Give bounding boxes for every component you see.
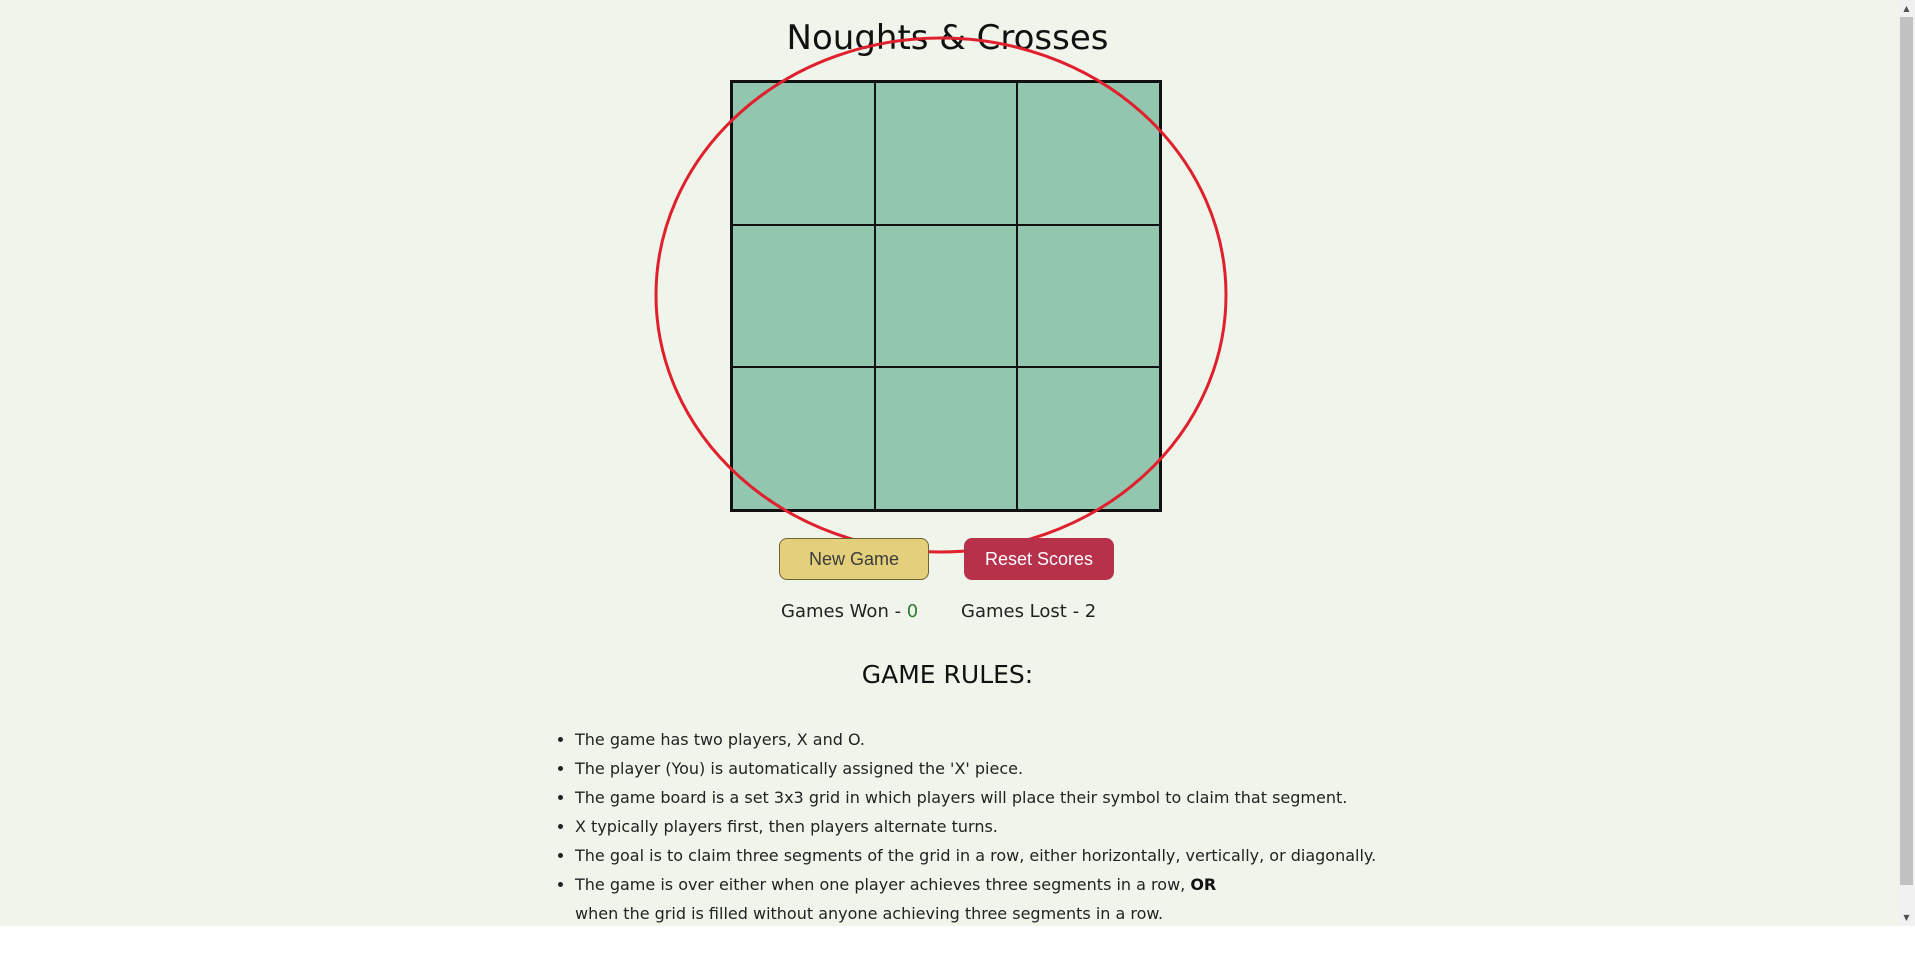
board-cell-4[interactable] <box>732 224 875 368</box>
games-lost-score: Games Lost - 2 <box>961 598 1096 626</box>
board-cell-2[interactable] <box>874 82 1018 225</box>
games-lost-label: Games Lost - <box>961 601 1085 622</box>
rule-item: The game board is a set 3x3 grid in whic… <box>575 783 1435 812</box>
games-won-label: Games Won - <box>781 601 907 622</box>
rule-item: X typically players first, then players … <box>575 812 1435 841</box>
board-cell-6[interactable] <box>1017 224 1160 368</box>
rules-heading: GAME RULES: <box>861 660 1034 689</box>
board-cell-8[interactable] <box>874 367 1018 510</box>
rules-list: The game has two players, X and O. The p… <box>556 725 1435 926</box>
board-cell-3[interactable] <box>1017 82 1160 225</box>
board-cell-5[interactable] <box>874 224 1018 368</box>
vertical-scrollbar[interactable]: ▲ ▼ <box>1898 0 1915 926</box>
board-cell-1[interactable] <box>732 82 875 225</box>
board-cell-7[interactable] <box>732 367 875 510</box>
games-won-score: Games Won - 0 <box>781 598 918 626</box>
new-game-button[interactable]: New Game <box>779 538 929 580</box>
scroll-up-arrow-icon[interactable]: ▲ <box>1898 0 1915 17</box>
rule-item: The player (You) is automatically assign… <box>575 754 1435 783</box>
reset-scores-button[interactable]: Reset Scores <box>964 538 1114 580</box>
games-lost-value: 2 <box>1084 601 1097 622</box>
scroll-down-arrow-icon[interactable]: ▼ <box>1898 909 1915 926</box>
board-cell-9[interactable] <box>1017 367 1160 510</box>
scrollbar-thumb[interactable] <box>1900 17 1913 885</box>
rule-item-continuation: when the grid is filled without anyone a… <box>575 904 1164 923</box>
games-won-value: 0 <box>906 601 919 622</box>
page-title: Noughts & Crosses <box>786 18 1109 58</box>
game-board <box>730 80 1162 512</box>
rule-item: The game is over either when one player … <box>575 870 1435 926</box>
page-viewport: Noughts & Crosses New Game Reset Scores … <box>0 0 1915 926</box>
rule-item: The goal is to claim three segments of t… <box>575 841 1435 870</box>
rule-item-emphasis: OR <box>1190 875 1217 894</box>
rule-item-text: The game is over either when one player … <box>575 875 1191 894</box>
rule-item: The game has two players, X and O. <box>575 725 1435 754</box>
